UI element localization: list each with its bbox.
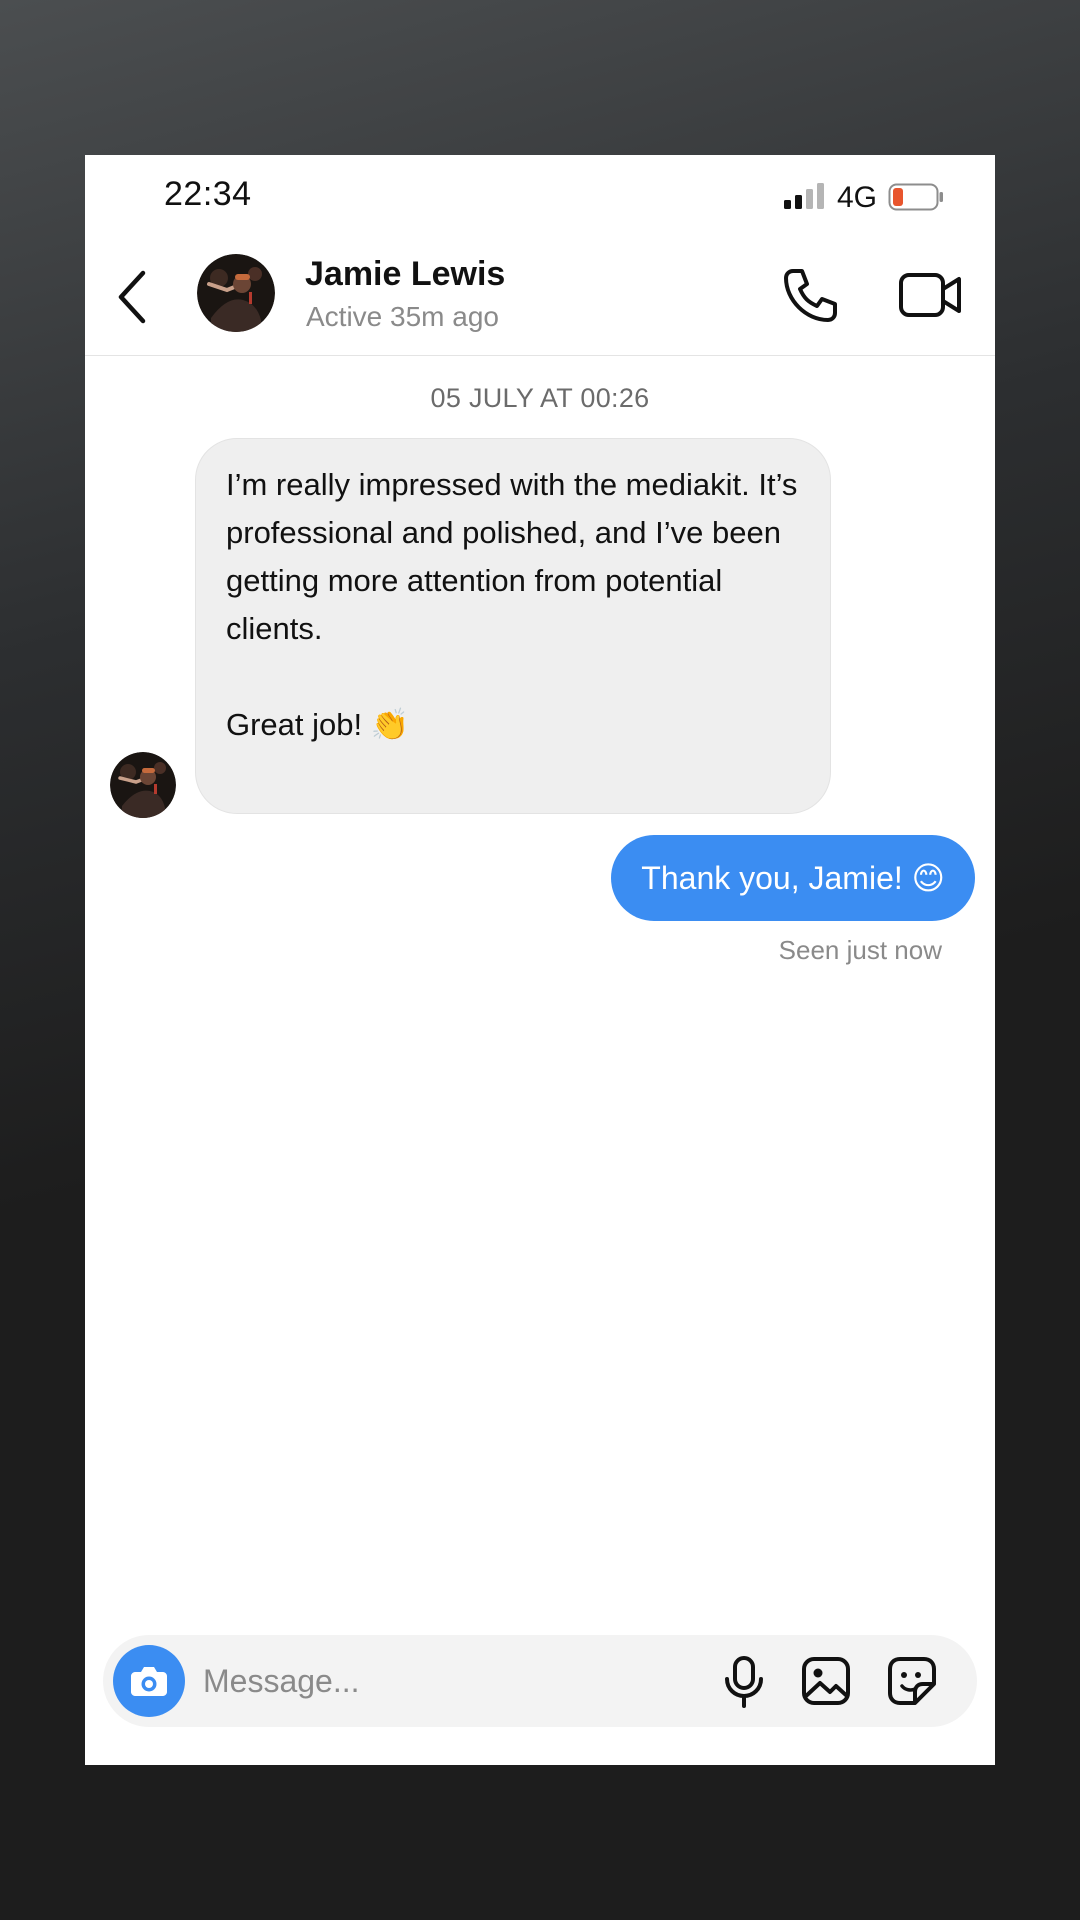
gallery-icon[interactable] (801, 1656, 851, 1706)
outgoing-message-bubble[interactable]: Thank you, Jamie! 😊 (611, 835, 975, 921)
sticker-icon[interactable] (887, 1656, 937, 1706)
incoming-message-sign-off: Great job! 👏 (226, 707, 410, 742)
microphone-icon[interactable] (721, 1655, 767, 1709)
network-label: 4G (837, 181, 878, 214)
phone-icon[interactable] (780, 265, 840, 325)
status-time: 22:34 (164, 175, 252, 213)
contact-name[interactable]: Jamie Lewis (305, 255, 505, 294)
battery-icon (888, 183, 943, 211)
camera-icon (131, 1667, 167, 1696)
seen-status: Seen just now (778, 935, 942, 965)
chat-header: Jamie Lewis Active 35m ago (85, 235, 995, 356)
signal-icon (784, 183, 824, 209)
incoming-message-text: I’m really impressed with the mediakit. … (226, 467, 798, 646)
status-bar: 22:34 4G (85, 155, 995, 235)
video-camera-icon[interactable] (897, 265, 963, 325)
message-input[interactable] (203, 1653, 593, 1709)
date-divider: 05 JULY AT 00:26 (430, 383, 650, 413)
camera-button[interactable] (113, 1645, 185, 1717)
sender-avatar[interactable] (110, 752, 176, 818)
contact-active-status: Active 35m ago (306, 301, 499, 332)
message-composer (103, 1635, 977, 1727)
incoming-message-bubble[interactable]: I’m really impressed with the mediakit. … (195, 438, 831, 814)
chat-screen: 22:34 4G Jamie Lewis Active 35m ago 05 J… (85, 155, 995, 1765)
back-chevron-icon[interactable] (109, 265, 159, 329)
contact-avatar[interactable] (197, 254, 275, 332)
